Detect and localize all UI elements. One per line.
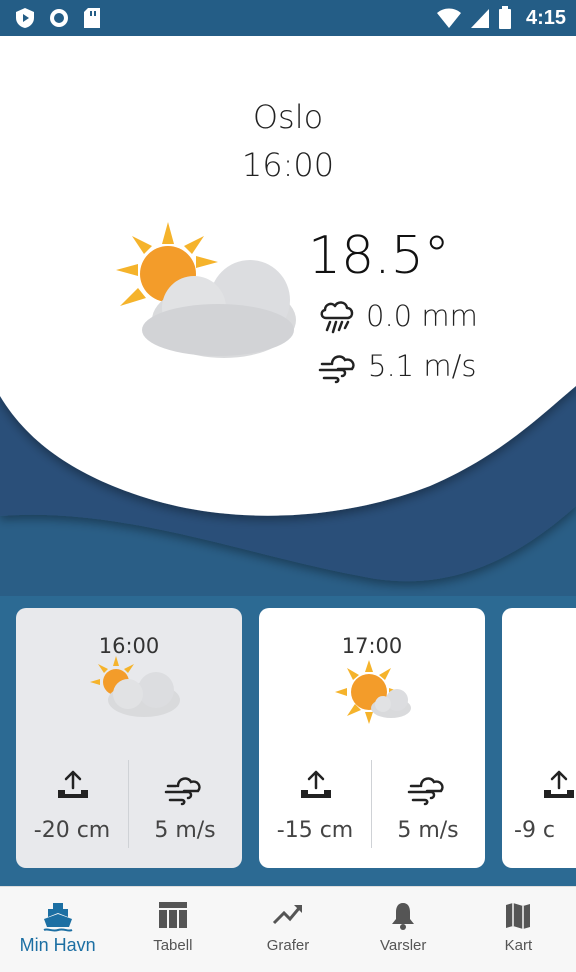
table-icon — [158, 902, 187, 928]
tide-level-icon — [544, 770, 574, 798]
map-icon — [506, 903, 531, 929]
nav-min-havn[interactable]: Min Havn — [0, 887, 115, 972]
partly-cloudy-icon — [90, 656, 180, 717]
wind-cloud-icon — [164, 777, 201, 806]
shield-play-icon — [16, 8, 34, 28]
hour-card[interactable]: 16:00 -20 cm 5 m/s — [16, 608, 242, 868]
city-name: Oslo — [252, 98, 324, 136]
nav-kart[interactable]: Kart — [461, 887, 576, 972]
rain-cloud-icon — [320, 301, 354, 334]
tide-level-icon — [58, 770, 88, 798]
nav-label: Tabell — [153, 937, 193, 954]
nav-label: Kart — [504, 937, 533, 954]
hourly-cards[interactable]: 16:00 -20 cm 5 m/s 17:00 -15 cm 5 m/s -9… — [0, 608, 576, 870]
forecast-time: 16:00 — [241, 146, 335, 184]
card-tide: -9 c — [514, 818, 556, 843]
nav-tabell[interactable]: Tabell — [115, 887, 230, 972]
circle-app-icon — [50, 9, 68, 27]
signal-icon — [470, 9, 489, 28]
wind-cloud-icon — [318, 355, 355, 384]
nav-grafer[interactable]: Grafer — [230, 887, 345, 972]
tide-level-icon — [301, 770, 331, 798]
trending-up-icon — [272, 905, 302, 925]
card-tide: -20 cm — [33, 818, 111, 843]
partly-cloudy-icon — [116, 222, 296, 358]
card-wind: 5 m/s — [154, 818, 216, 843]
battery-icon — [498, 6, 511, 29]
card-time: 16:00 — [98, 634, 160, 658]
nav-label: Min Havn — [19, 935, 96, 955]
nav-varsler[interactable]: Varsler — [346, 887, 461, 972]
wind-value: 5.1 m/s — [368, 349, 477, 383]
wifi-icon — [436, 8, 461, 28]
bottom-navigation: Min Havn Tabell Grafer Varsler Kart — [0, 886, 576, 972]
temperature: 18.5° — [308, 226, 450, 286]
boat-icon — [43, 903, 73, 932]
hour-card[interactable]: 17:00 -15 cm 5 m/s — [259, 608, 485, 868]
card-wind: 5 m/s — [397, 818, 459, 843]
nav-label: Varsler — [380, 937, 427, 954]
precipitation-value: 0.0 mm — [366, 299, 478, 333]
precipitation-row: 0.0 mm — [318, 298, 478, 334]
card-tide: -15 cm — [276, 818, 354, 843]
current-weather-panel: Oslo 16:00 18.5° 0.0 mm 5.1 m/s — [0, 36, 576, 596]
status-time: 4:15 — [525, 6, 566, 29]
wind-row: 5.1 m/s — [318, 348, 476, 384]
hour-card[interactable]: -9 c — [502, 608, 576, 868]
nav-label: Grafer — [266, 937, 310, 954]
sd-card-icon — [84, 8, 100, 28]
card-time: 17:00 — [341, 634, 403, 658]
sunny-cloud-icon — [335, 660, 411, 724]
status-bar: 4:15 — [0, 0, 576, 36]
wind-cloud-icon — [407, 777, 444, 806]
bell-icon — [392, 903, 415, 930]
